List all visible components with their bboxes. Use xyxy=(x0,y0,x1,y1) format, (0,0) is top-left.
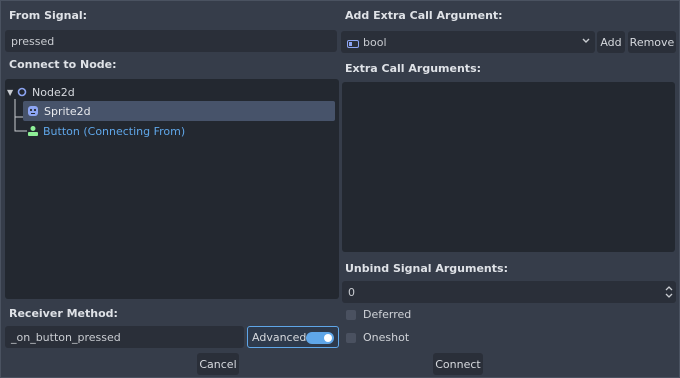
collapse-arrow-icon[interactable]: ▼ xyxy=(7,88,17,97)
spin-updown-icon[interactable] xyxy=(664,284,674,303)
unbind-args-value: 0 xyxy=(348,285,355,299)
sprite2d-icon xyxy=(27,105,39,117)
tree-item-label: Sprite2d xyxy=(44,104,91,118)
cancel-button[interactable]: Cancel xyxy=(197,353,239,375)
arg-type-select[interactable]: bool xyxy=(341,31,595,53)
receiver-method-value: _on_button_pressed xyxy=(11,330,121,344)
oneshot-label: Oneshot xyxy=(363,331,410,344)
add-extra-arg-label: Add Extra Call Argument: xyxy=(345,9,503,22)
extra-call-args-list[interactable] xyxy=(342,82,675,252)
connect-to-node-label: Connect to Node: xyxy=(9,58,117,71)
connect-signal-dialog: From Signal: pressed Connect to Node: ▼ … xyxy=(0,0,680,378)
from-signal-label: From Signal: xyxy=(9,9,88,22)
receiver-method-field[interactable]: _on_button_pressed xyxy=(5,326,244,348)
toggle-switch-icon xyxy=(306,332,334,344)
add-arg-button[interactable]: Add xyxy=(597,31,625,53)
oneshot-checkbox[interactable] xyxy=(346,333,356,343)
receiver-method-label: Receiver Method: xyxy=(9,307,118,320)
remove-arg-button[interactable]: Remove xyxy=(628,31,676,53)
scene-tree-panel[interactable]: ▼ Node2d Sprite2d Button (Connecting Fro… xyxy=(5,79,339,299)
chevron-down-icon xyxy=(581,35,591,50)
tree-item-label: Node2d xyxy=(32,85,75,99)
deferred-label: Deferred xyxy=(363,308,412,321)
button-node-icon xyxy=(27,125,39,137)
connect-button[interactable]: Connect xyxy=(433,353,483,375)
tree-item-node2d[interactable]: ▼ Node2d xyxy=(7,82,75,102)
tree-item-button[interactable]: Button (Connecting From) xyxy=(27,121,185,141)
extra-call-args-label: Extra Call Arguments: xyxy=(345,62,482,75)
advanced-label: Advanced xyxy=(252,330,307,344)
deferred-checkbox[interactable] xyxy=(346,310,356,320)
advanced-toggle[interactable]: Advanced xyxy=(247,326,339,348)
tree-item-sprite2d[interactable]: Sprite2d xyxy=(23,101,335,121)
bool-type-icon xyxy=(347,38,359,48)
unbind-args-spinbox[interactable]: 0 xyxy=(342,281,676,303)
from-signal-value: pressed xyxy=(11,34,55,48)
arg-type-value: bool xyxy=(363,35,387,49)
from-signal-field[interactable]: pressed xyxy=(5,30,337,52)
tree-item-label: Button (Connecting From) xyxy=(43,124,186,138)
unbind-args-label: Unbind Signal Arguments: xyxy=(345,262,508,275)
node2d-icon xyxy=(17,87,27,97)
